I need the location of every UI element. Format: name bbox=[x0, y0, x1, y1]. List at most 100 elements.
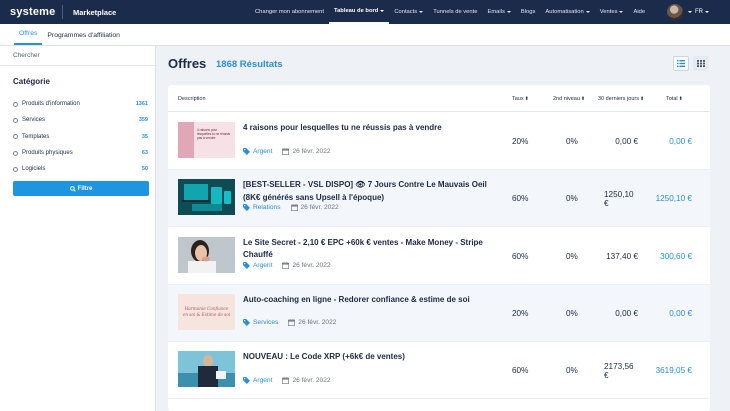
category-count: 35 bbox=[141, 133, 148, 140]
table-row[interactable]: [BEST-SELLER - VSL DISPO] 👁 7 Jours Cont… bbox=[168, 170, 710, 228]
category-item[interactable]: Produits physiques 63 bbox=[13, 145, 148, 161]
nav-item-label: Emails bbox=[487, 9, 505, 15]
radio-button[interactable] bbox=[13, 166, 18, 172]
offer-title[interactable]: [BEST-SELLER - VSL DISPO] 👁 7 Jours Cont… bbox=[243, 179, 491, 204]
category-item[interactable]: Services 359 bbox=[13, 112, 148, 128]
category-item[interactable]: Produits d'information 1361 bbox=[13, 96, 148, 112]
offer-meta: Relations 26 févr. 2022 bbox=[243, 204, 339, 212]
offer-second-level: 0% bbox=[566, 194, 578, 204]
offer-thumbnail[interactable]: Harmonie Confiance en soi & Estime de so… bbox=[178, 293, 235, 330]
category-label: Templates bbox=[22, 133, 50, 140]
nav-item-label: Tableau de bord bbox=[333, 8, 379, 14]
offer-tag-label: Argent bbox=[253, 261, 273, 269]
nav-item-label: Tunnels de vente bbox=[433, 9, 478, 15]
offer-date-label: 26 févr. 2022 bbox=[292, 261, 331, 269]
offer-title[interactable]: NOUVEAU : Le Code XRP (+6k€ de ventes) bbox=[243, 351, 491, 364]
search-input[interactable]: Chercher bbox=[0, 46, 155, 66]
nav-item-4[interactable]: Emails bbox=[482, 0, 515, 24]
tag-icon bbox=[243, 148, 250, 155]
tag-icon bbox=[243, 261, 250, 269]
chevron-down-icon bbox=[585, 11, 590, 13]
offer-thumbnail[interactable] bbox=[178, 179, 235, 216]
column-last-30-days[interactable]: 30 derniers jours⬍ bbox=[598, 96, 644, 102]
chevron-down-icon[interactable] bbox=[688, 11, 692, 13]
column-total-label: Total bbox=[666, 96, 678, 102]
radio-button[interactable] bbox=[13, 150, 18, 156]
nav-item-7[interactable]: Ventes bbox=[595, 0, 629, 24]
offer-rate: 20% bbox=[512, 308, 529, 318]
tab-offres[interactable]: Offres bbox=[14, 30, 43, 45]
column-second-level[interactable]: 2nd niveau⬍ bbox=[553, 96, 585, 102]
offer-date: 26 févr. 2022 bbox=[282, 261, 331, 269]
chevron-down-icon bbox=[419, 11, 424, 13]
table-row[interactable]: Le Site Secret - 2,10 € EPC +60k € vente… bbox=[168, 228, 710, 285]
chevron-down-icon bbox=[380, 10, 385, 12]
nav-item-0[interactable]: Changer mon abonnement bbox=[250, 0, 329, 24]
nav-item-8[interactable]: Aide bbox=[628, 0, 650, 24]
search-icon bbox=[69, 185, 76, 192]
offer-title[interactable]: 4 raisons pour lesquelles tu ne réussis … bbox=[243, 122, 491, 135]
offer-tag[interactable]: Argent bbox=[243, 377, 272, 385]
table-row[interactable]: NOUVEAU : Le Code XRP (+6k€ de ventes) Ar… bbox=[168, 342, 710, 400]
table-row[interactable]: 4 raisons pour lesquelles tu ne réussis … bbox=[168, 113, 710, 170]
column-total[interactable]: Total⬍ bbox=[666, 96, 683, 102]
sort-icon: ⬍ bbox=[524, 96, 529, 102]
nav-item-2[interactable]: Contacts bbox=[389, 0, 428, 24]
offer-rate: 60% bbox=[512, 366, 529, 376]
table-header: Description Taux⬍ 2nd niveau⬍ 30 dernier… bbox=[168, 85, 710, 112]
offer-title[interactable]: Le Site Secret - 2,10 € EPC +60k € vente… bbox=[243, 237, 491, 262]
column-rate[interactable]: Taux⬍ bbox=[512, 96, 529, 102]
offer-last-30-days: 0,00 € bbox=[615, 137, 638, 146]
category-count: 50 bbox=[141, 166, 148, 173]
radio-button[interactable] bbox=[13, 117, 18, 123]
offer-tag[interactable]: Argent bbox=[243, 148, 272, 155]
nav-item-6[interactable]: Automatisation bbox=[540, 0, 594, 24]
offer-meta: Argent 26 févr. 2022 bbox=[243, 148, 331, 155]
radio-button[interactable] bbox=[13, 101, 18, 107]
nav-item-1[interactable]: Tableau de bord bbox=[328, 0, 390, 24]
chevron-down-icon bbox=[705, 11, 709, 13]
grid-view-button[interactable] bbox=[693, 56, 709, 71]
filter-button[interactable]: Filtre bbox=[13, 181, 149, 196]
category-count: 1361 bbox=[135, 101, 148, 108]
tab-affiliation-programs[interactable]: Programmes d'affiliation bbox=[42, 32, 125, 45]
category-item[interactable]: Logiciels 50 bbox=[13, 161, 148, 177]
offer-date: 26 févr. 2022 bbox=[282, 377, 331, 385]
category-label: Produits physiques bbox=[22, 150, 73, 157]
nav-item-label: Contacts bbox=[394, 9, 418, 15]
offer-thumbnail[interactable] bbox=[178, 351, 235, 388]
nav-item-5[interactable]: Blogs bbox=[516, 0, 541, 24]
main-nav: Changer mon abonnement Tableau de bord Con… bbox=[250, 0, 650, 24]
avatar[interactable] bbox=[667, 4, 683, 20]
offer-rate: 60% bbox=[512, 251, 529, 261]
category-item[interactable]: Templates 35 bbox=[13, 129, 148, 145]
offer-tag[interactable]: Argent bbox=[243, 261, 273, 269]
nav-item-label: Blogs bbox=[520, 9, 536, 15]
chevron-down-icon bbox=[506, 11, 511, 13]
nav-item-3[interactable]: Tunnels de vente bbox=[428, 0, 482, 24]
brand-logo[interactable]: systeme bbox=[0, 6, 62, 18]
offer-total: 0,00 € bbox=[669, 308, 692, 318]
offer-tag[interactable]: Services bbox=[243, 318, 278, 326]
radio-button[interactable] bbox=[13, 134, 18, 140]
nav-item-label: Aide bbox=[633, 9, 646, 15]
marketplace-label: Marketplace bbox=[73, 7, 117, 17]
offer-tag[interactable]: Relations bbox=[243, 204, 281, 212]
offer-date: 26 févr. 2022 bbox=[282, 148, 331, 155]
sub-tabs: Offres Programmes d'affiliation bbox=[0, 24, 730, 46]
offer-last-30-days: 0,00 € bbox=[615, 308, 638, 318]
tag-icon bbox=[243, 204, 250, 212]
language-selector[interactable]: FR bbox=[695, 0, 709, 24]
offer-meta: Argent 26 févr. 2022 bbox=[243, 261, 331, 269]
offer-title[interactable]: Auto-coaching en ligne - Redorer confian… bbox=[243, 294, 491, 307]
table-row[interactable]: Harmonie Confiance en soi & Estime de so… bbox=[168, 284, 710, 342]
offer-date-label: 26 févr. 2022 bbox=[298, 318, 337, 326]
offer-thumbnail[interactable] bbox=[178, 236, 235, 273]
list-view-button[interactable] bbox=[673, 56, 689, 71]
page-title: Offres bbox=[168, 56, 207, 71]
sort-icon: ⬍ bbox=[678, 96, 683, 102]
sort-icon: ⬍ bbox=[639, 96, 645, 102]
offer-thumbnail[interactable]: 4 raisons pour lesquelles tu ne réussis … bbox=[178, 122, 235, 158]
nav-item-label: Automatisation bbox=[545, 9, 584, 15]
offer-total: 300,60 € bbox=[660, 251, 692, 261]
